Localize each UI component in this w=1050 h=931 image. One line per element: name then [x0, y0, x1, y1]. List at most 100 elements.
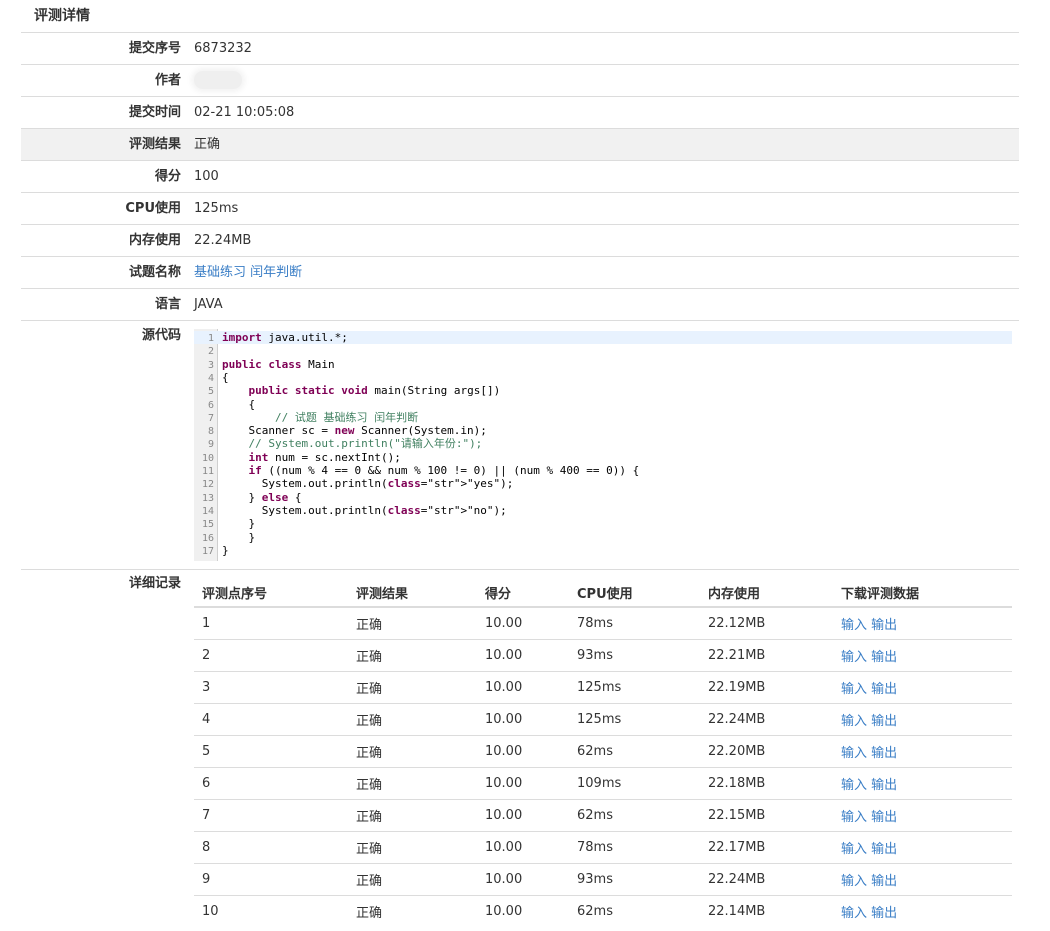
results-row: 10 正确 10.00 62ms 22.14MB 输入 输出	[194, 895, 1012, 927]
case-score-cell: 10.00	[477, 703, 569, 736]
case-memory-cell: 22.20MB	[700, 735, 833, 768]
download-output-link[interactable]: 输出	[871, 650, 897, 665]
results-row: 9 正确 10.00 93ms 22.24MB 输入 输出	[194, 863, 1012, 896]
info-row-problem: 试题名称 基础练习 闰年判断	[21, 256, 1019, 288]
info-row-submission-id: 提交序号 6873232	[21, 32, 1019, 64]
download-input-link[interactable]: 输入	[841, 682, 867, 697]
code-line: 12 System.out.println(class="str">"yes")…	[194, 477, 1012, 490]
download-input-link[interactable]: 输入	[841, 778, 867, 793]
info-row-memory: 内存使用 22.24MB	[21, 224, 1019, 256]
download-output-link[interactable]: 输出	[871, 874, 897, 889]
problem-link[interactable]: 基础练习 闰年判断	[194, 265, 302, 280]
download-output-link[interactable]: 输出	[871, 906, 897, 921]
line-number: 11	[201, 466, 214, 477]
code-line: 7 // 试题 基础练习 闰年判断	[194, 411, 1012, 424]
info-row-source: 源代码 1 import java.util.*; 2 3 public class M…	[21, 320, 1019, 569]
case-download-cell: 输入 输出	[833, 735, 1012, 768]
code-line: 15 }	[194, 517, 1012, 530]
problem-label: 试题名称	[128, 265, 181, 280]
case-id-cell: 1	[202, 616, 211, 631]
line-number: 1	[207, 333, 214, 344]
case-id-cell: 7	[194, 799, 348, 832]
cpu-value: 125ms	[194, 201, 239, 216]
case-result-cell: 正确	[348, 735, 477, 768]
line-number: 13	[201, 492, 214, 504]
case-download-cell: 输入 输出	[833, 767, 1012, 800]
case-download-cell: 输入 输出	[833, 671, 1012, 704]
case-score-cell: 10.00	[477, 831, 569, 864]
submission-id-value: 6873232	[194, 41, 252, 56]
case-cpu-cell: 62ms	[569, 799, 700, 832]
case-result-cell: 正确	[348, 671, 477, 704]
score-value: 100	[194, 169, 219, 184]
line-number: 14	[201, 505, 214, 517]
download-output-link[interactable]: 输出	[871, 682, 897, 697]
download-output-link[interactable]: 输出	[871, 810, 897, 825]
download-output-link[interactable]: 输出	[871, 618, 897, 633]
case-cpu-cell: 62ms	[569, 735, 700, 768]
header-score: 得分	[477, 578, 569, 608]
results-row: 1 正确 10.00 78ms 22.12MB 输入 输出	[194, 607, 1012, 640]
code-text: public static void main(String args[])	[248, 384, 501, 398]
submission-info-table: 提交序号 6873232 作者 提交时间 02-21 10:05:08 评测结果…	[21, 32, 1019, 930]
code-line: 3 public class Main	[194, 358, 1012, 371]
case-id-cell: 3	[194, 671, 348, 704]
result-label: 评测结果	[128, 137, 181, 152]
case-memory-cell: 22.24MB	[700, 703, 833, 736]
info-row-details: 详细记录 评测点序号 评测结果 得分 CPU使用 内存使用 下载评测数据 1 正确…	[21, 569, 1019, 930]
case-result-cell: 正确	[348, 767, 477, 800]
code-text: import java.util.*;	[222, 331, 348, 344]
case-download-cell: 输入 输出	[833, 831, 1012, 864]
results-table: 评测点序号 评测结果 得分 CPU使用 内存使用 下载评测数据 1 正确 10.00…	[194, 578, 1012, 927]
download-input-link[interactable]: 输入	[841, 906, 867, 921]
case-cpu-cell: 125ms	[569, 671, 700, 704]
case-score-cell: 10.00	[477, 639, 569, 672]
code-line: 6 {	[194, 398, 1012, 411]
download-input-link[interactable]: 输入	[841, 874, 867, 889]
case-result-cell: 正确	[348, 703, 477, 736]
case-memory-cell: 22.19MB	[700, 671, 833, 704]
download-output-link[interactable]: 输出	[871, 746, 897, 761]
header-download: 下载评测数据	[833, 578, 1012, 608]
info-row-score: 得分 100	[21, 160, 1019, 192]
line-number: 3	[207, 359, 214, 371]
line-number: 9	[207, 439, 214, 451]
case-result-cell: 正确	[348, 831, 477, 864]
case-id-cell: 6	[194, 767, 348, 800]
download-output-link[interactable]: 输出	[871, 842, 897, 857]
code-text: if ((num % 4 == 0 && num % 100 != 0) || …	[248, 464, 640, 477]
download-output-link[interactable]: 输出	[871, 778, 897, 793]
download-input-link[interactable]: 输入	[841, 618, 867, 633]
code-text: }	[222, 543, 229, 557]
code-line: 17}	[194, 544, 1012, 557]
case-memory-cell: 22.24MB	[700, 863, 833, 896]
case-result-cell: 正确	[356, 618, 383, 633]
source-code-viewer[interactable]: 1 import java.util.*; 2 3 public class Main 4…	[194, 329, 1012, 561]
code-line: 16 }	[194, 531, 1012, 544]
case-score-cell: 10.00	[477, 671, 569, 704]
case-id-cell: 9	[194, 863, 348, 896]
case-score-cell: 10.00	[477, 799, 569, 832]
download-input-link[interactable]: 输入	[841, 842, 867, 857]
case-cpu-cell: 93ms	[569, 639, 700, 672]
download-input-link[interactable]: 输入	[841, 746, 867, 761]
download-input-link[interactable]: 输入	[841, 810, 867, 825]
case-score-cell: 10.00	[477, 735, 569, 768]
case-download-cell: 输入 输出	[833, 607, 1012, 640]
line-number: 12	[201, 479, 214, 491]
download-output-link[interactable]: 输出	[871, 714, 897, 729]
code-text: public class Main	[222, 357, 335, 371]
code-text: int num = sc.nextInt();	[248, 450, 401, 464]
case-score-cell: 10.00	[485, 616, 523, 631]
code-line: 9 // System.out.println("请输入年份:");	[194, 437, 1012, 450]
download-input-link[interactable]: 输入	[841, 650, 867, 665]
line-number: 8	[207, 426, 214, 438]
download-input-link[interactable]: 输入	[841, 714, 867, 729]
results-row: 3 正确 10.00 125ms 22.19MB 输入 输出	[194, 671, 1012, 704]
case-cpu-cell: 78ms	[577, 616, 613, 631]
case-cpu-cell: 62ms	[569, 895, 700, 927]
line-number: 7	[207, 412, 214, 424]
line-number: 15	[201, 519, 214, 531]
case-score-cell: 10.00	[477, 863, 569, 896]
author-value	[194, 65, 242, 96]
